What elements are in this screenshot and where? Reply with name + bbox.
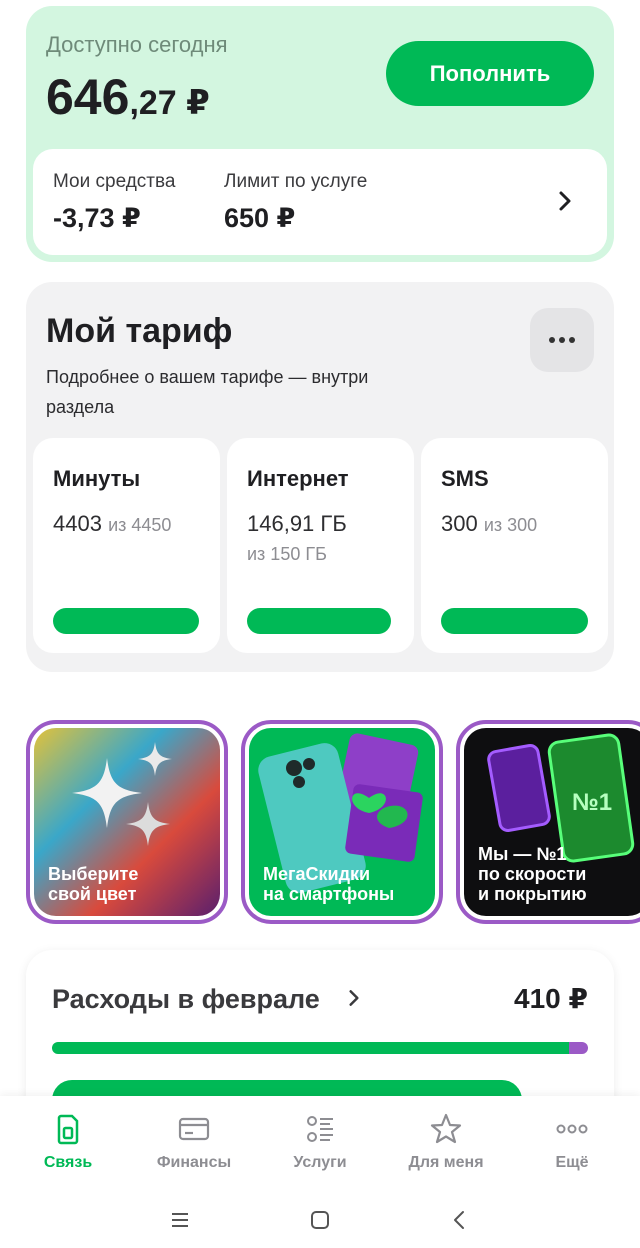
back-icon[interactable] xyxy=(446,1206,474,1234)
nav-label: Связь xyxy=(43,1154,93,1171)
recent-apps-icon[interactable] xyxy=(166,1206,194,1234)
my-funds-label: Мои средства xyxy=(53,171,176,192)
story-caption: Выберите свой цвет xyxy=(48,864,139,904)
package-title: SMS xyxy=(441,466,489,491)
story-image: МегаСкидки на смартфоны xyxy=(249,728,435,916)
story-choose-color[interactable]: Выберите свой цвет xyxy=(26,720,228,924)
package-progress-bar xyxy=(53,608,199,634)
limit-label: Лимит по услуге xyxy=(224,171,368,192)
tariff-card[interactable]: Мой тариф Подробнее о вашем тарифе — вну… xyxy=(26,282,614,672)
balance-amount: 646,27 ₽ xyxy=(46,68,210,126)
chevron-right-icon xyxy=(349,990,359,1006)
story-caption: МегаСкидки на смартфоны xyxy=(263,864,395,904)
sparkle-icon xyxy=(138,742,172,776)
package-remaining: 146,91 ГБ xyxy=(247,511,347,536)
star-icon xyxy=(430,1113,462,1144)
package-remaining: 300 xyxy=(441,511,478,536)
tariff-subtitle: Подробнее о вашем тарифе — внутри раздел… xyxy=(46,367,369,417)
package-title: Интернет xyxy=(247,466,349,491)
chevron-right-icon xyxy=(559,191,571,211)
nav-label: Услуги xyxy=(293,1154,347,1171)
story-caption: Мы — №1 по скорости и покрытию xyxy=(478,844,587,904)
sim-icon xyxy=(57,1114,79,1145)
bottom-navigation: Связь Финансы Услуги Для меня Ещё xyxy=(0,1096,640,1192)
balance-amount-decimal: ,27 ₽ xyxy=(129,84,210,122)
package-value: 300 из 300 xyxy=(441,511,537,537)
system-navigation-bar xyxy=(0,1192,640,1248)
balance-details-row[interactable]: Мои средства -3,73 ₽ Лимит по услуге 650… xyxy=(33,149,607,255)
story-number-one[interactable]: №1 Мы — №1 по скорости и покрытию xyxy=(456,720,640,924)
more-dots-icon xyxy=(556,1124,588,1134)
limit-value: 650 ₽ xyxy=(224,203,296,233)
nav-item-more[interactable]: Ещё xyxy=(508,1112,636,1172)
expenses-bar-green-segment xyxy=(52,1042,570,1054)
balance-title: Доступно сегодня xyxy=(46,32,228,57)
package-progress-bar xyxy=(247,608,391,634)
package-total: из 300 xyxy=(483,515,538,535)
nav-label: Ещё xyxy=(555,1154,589,1171)
nav-label: Для меня xyxy=(408,1154,484,1171)
expenses-bar xyxy=(52,1042,588,1054)
nav-label: Финансы xyxy=(156,1154,232,1171)
sparkle-icon xyxy=(126,802,170,846)
package-title: Минуты xyxy=(53,466,141,491)
nav-item-finance[interactable]: Финансы xyxy=(130,1112,258,1172)
expenses-amount: 410 ₽ xyxy=(514,983,588,1014)
svg-text:№1: №1 xyxy=(572,789,612,816)
package-value: 4403 из 4450 xyxy=(53,511,171,537)
my-funds-value: -3,73 ₽ xyxy=(53,203,141,233)
package-remaining: 4403 xyxy=(53,511,102,536)
balance-amount-integer: 646 xyxy=(46,69,130,125)
balance-card: Доступно сегодня 646,27 ₽ Пополнить Мои … xyxy=(26,6,614,262)
nav-item-for-me[interactable]: Для меня xyxy=(382,1112,510,1172)
story-image: №1 Мы — №1 по скорости и покрытию xyxy=(464,728,640,916)
home-icon[interactable] xyxy=(306,1206,334,1234)
nav-item-services[interactable]: Услуги xyxy=(256,1112,384,1172)
stories-carousel[interactable]: Выберите свой цвет МегаСкидки на смартфо… xyxy=(26,720,640,924)
package-progress-bar xyxy=(441,608,588,634)
more-dots-icon xyxy=(549,337,575,343)
package-internet[interactable]: Интернет 146,91 ГБ из 150 ГБ xyxy=(227,438,414,653)
story-megadiscounts[interactable]: МегаСкидки на смартфоны xyxy=(241,720,443,924)
topup-button[interactable]: Пополнить xyxy=(386,41,594,106)
package-total: из 150 ГБ xyxy=(247,544,327,564)
tariff-more-button[interactable] xyxy=(530,308,594,372)
package-minutes[interactable]: Минуты 4403 из 4450 xyxy=(33,438,220,653)
package-total: из 4450 xyxy=(108,515,172,535)
expenses-bar-purple-segment xyxy=(569,1042,588,1054)
package-sms[interactable]: SMS 300 из 300 xyxy=(421,438,608,653)
expenses-title: Расходы в феврале xyxy=(52,984,320,1014)
card-icon xyxy=(178,1117,210,1141)
tariff-title: Мой тариф xyxy=(46,312,233,350)
story-image: Выберите свой цвет xyxy=(34,728,220,916)
services-list-icon xyxy=(307,1116,333,1142)
nav-item-connection[interactable]: Связь xyxy=(4,1112,132,1172)
